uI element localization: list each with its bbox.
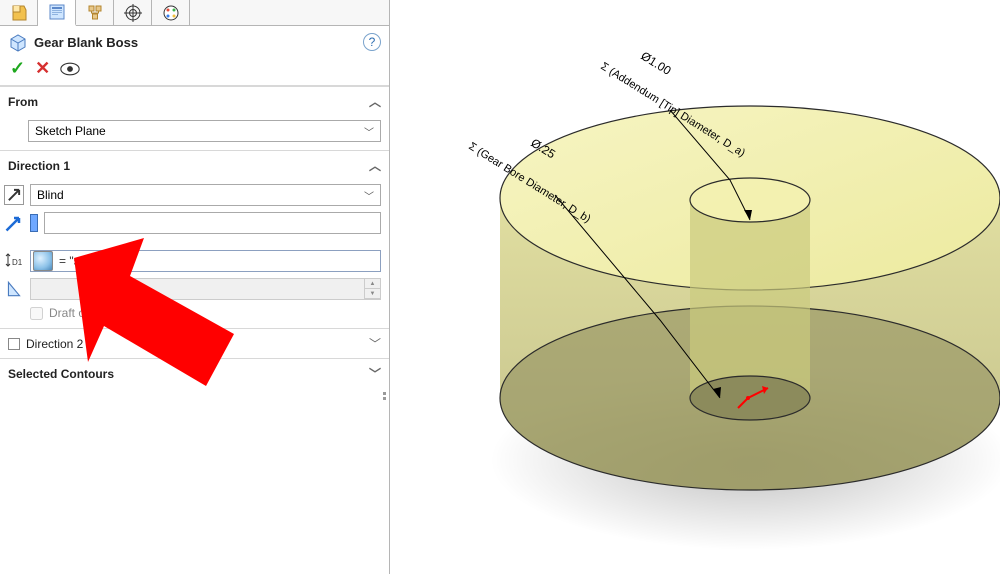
reverse-direction-button[interactable] (4, 185, 24, 205)
chevron-down-icon: ﹀ (369, 365, 381, 382)
chevron-up-icon: ︿ (369, 93, 381, 110)
selected-contours-label: Selected Contours (8, 367, 114, 381)
direction-vector-field[interactable] (44, 212, 381, 234)
direction-selection-indicator (30, 214, 38, 232)
from-label: From (8, 95, 38, 109)
from-dropdown[interactable]: Sketch Plane ﹀ (28, 120, 381, 142)
tab-features[interactable] (0, 0, 38, 26)
direction2-label: Direction 2 (26, 337, 83, 351)
direction1-section-header[interactable]: Direction 1 ︿ (0, 151, 389, 180)
tab-configuration-manager[interactable] (76, 0, 114, 26)
property-manager-icon (48, 3, 66, 21)
tab-appearance[interactable] (152, 0, 190, 26)
chevron-down-icon: ﹀ (369, 335, 381, 352)
cancel-button[interactable]: ✕ (35, 58, 50, 79)
selected-contours-section-header[interactable]: Selected Contours ﹀ (0, 358, 389, 388)
from-section-header[interactable]: From ︿ (0, 87, 389, 116)
confirm-row: ✓ ✕ (0, 56, 389, 85)
target-icon (124, 4, 142, 22)
end-condition-value: Blind (37, 188, 64, 202)
chevron-down-icon: ﹀ (364, 124, 374, 139)
feature-title-bar: Gear Blank Boss ? (0, 26, 389, 56)
svg-text:D1: D1 (12, 258, 23, 267)
features-tree-icon (10, 4, 28, 22)
direction1-section: Direction 1 ︿ Blind ﹀ (0, 150, 389, 328)
draft-outward-label: Draft outward (49, 306, 121, 320)
depth-input[interactable] (55, 251, 380, 271)
detailed-preview-button[interactable] (60, 62, 80, 76)
draft-angle-field[interactable]: ▲▼ (30, 278, 381, 300)
draft-outward-checkbox[interactable] (30, 307, 43, 320)
outer-diameter-value: Ø1.00 (638, 49, 673, 78)
chevron-down-icon: ﹀ (364, 188, 374, 203)
extrude-boss-icon (8, 32, 28, 52)
configuration-manager-icon (86, 4, 104, 22)
from-value: Sketch Plane (35, 124, 106, 138)
depth-d1-icon: D1 (4, 251, 24, 271)
end-condition-dropdown[interactable]: Blind ﹀ (30, 184, 381, 206)
feature-name: Gear Blank Boss (34, 35, 363, 50)
direction-vector-icon (4, 213, 24, 233)
direction2-checkbox[interactable] (8, 338, 20, 350)
direction2-section-header[interactable]: Direction 2 ﹀ (0, 328, 389, 358)
panel-resize-grip[interactable] (381, 390, 389, 402)
draft-angle-icon (4, 279, 24, 299)
svg-text:Ø1.00: Ø1.00 (638, 49, 673, 78)
ok-button[interactable]: ✓ (10, 58, 25, 79)
panel-tab-strip (0, 0, 389, 26)
help-button[interactable]: ? (363, 33, 381, 51)
graphics-viewport[interactable]: Ø1.00 Σ (Addendum [Tip] Diameter, D_a) Ø… (390, 0, 1000, 574)
model-scene: Ø1.00 Σ (Addendum [Tip] Diameter, D_a) Ø… (390, 0, 1000, 574)
depth-input-wrapper (30, 250, 381, 272)
direction1-label: Direction 1 (8, 159, 70, 173)
draft-angle-stepper[interactable]: ▲▼ (364, 279, 380, 299)
chevron-up-icon: ︿ (369, 157, 381, 174)
property-manager-panel: Gear Blank Boss ? ✓ ✕ From ︿ Sketch Plan… (0, 0, 390, 574)
from-section: From ︿ Sketch Plane ﹀ (0, 86, 389, 150)
tab-property-manager[interactable] (38, 0, 76, 26)
tab-dimxpert[interactable] (114, 0, 152, 26)
reverse-arrow-icon (5, 186, 23, 204)
palette-icon (162, 4, 180, 22)
global-variable-icon[interactable] (33, 251, 53, 271)
